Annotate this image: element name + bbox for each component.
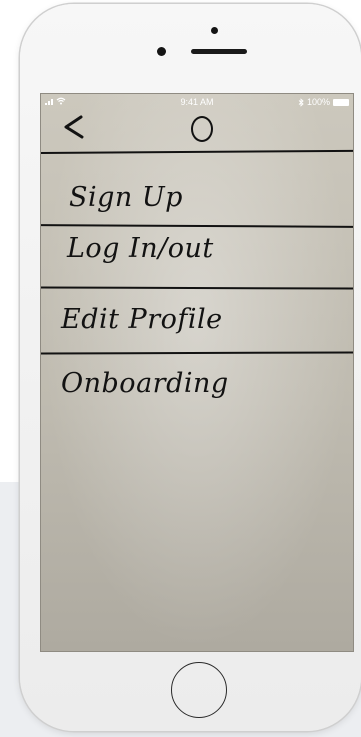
circle-icon — [191, 116, 213, 142]
front-camera — [157, 47, 166, 56]
phone-screen: 9:41 AM 100% Sign Up Log In/out Edit Pro… — [40, 93, 354, 652]
earpiece-speaker — [191, 49, 247, 54]
menu-item-label: Edit Profile — [61, 304, 223, 335]
stage: 9:41 AM 100% Sign Up Log In/out Edit Pro… — [0, 0, 361, 737]
menu-item-label: Onboarding — [61, 368, 229, 399]
menu-item-label: Log In/out — [67, 233, 214, 264]
menu-item-sign-up[interactable]: Sign Up — [41, 154, 353, 228]
status-bar: 9:41 AM 100% — [41, 94, 353, 110]
menu-item-edit-profile[interactable]: Edit Profile — [41, 289, 353, 353]
back-button[interactable] — [61, 114, 85, 144]
front-sensor-dot — [211, 27, 218, 34]
chevron-left-icon — [64, 115, 84, 139]
battery-percent: 100% — [306, 97, 330, 107]
battery-icon — [333, 98, 349, 106]
menu-item-log-in-out[interactable]: Log In/out — [41, 228, 353, 288]
bluetooth-icon — [298, 97, 304, 107]
menu-item-onboarding[interactable]: Onboarding — [41, 354, 353, 434]
home-button[interactable] — [171, 662, 227, 718]
menu-item-label: Sign Up — [69, 182, 183, 213]
status-bar-right: 100% — [298, 97, 349, 107]
